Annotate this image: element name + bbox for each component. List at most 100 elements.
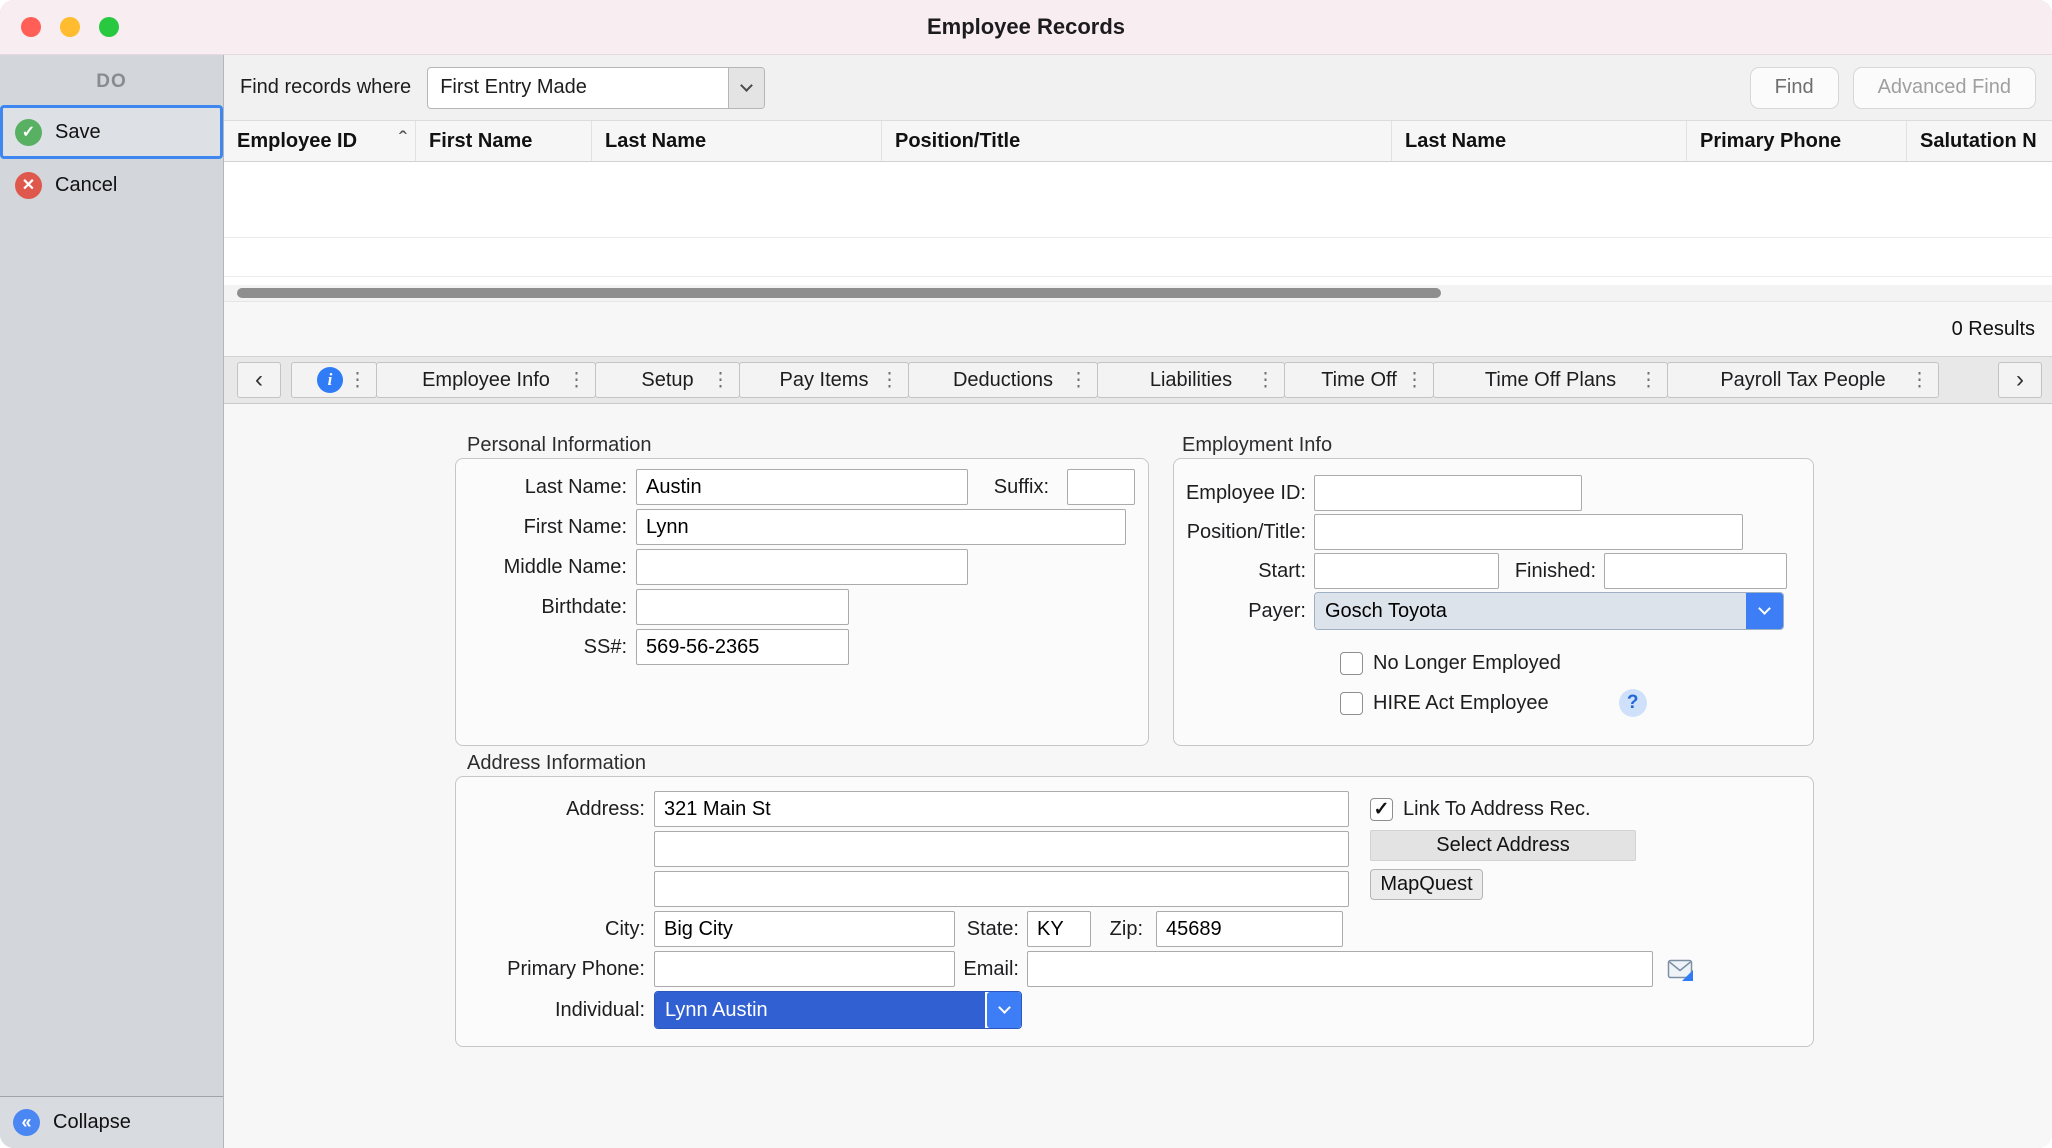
mapquest-button[interactable]: MapQuest (1370, 869, 1483, 900)
find-field-dropdown[interactable]: First Entry Made (427, 67, 765, 109)
address-line2-input[interactable] (654, 831, 1349, 867)
form-row (456, 871, 1813, 907)
column-header-last-name-2[interactable]: Last Name (1391, 121, 1686, 161)
link-to-address-checkbox[interactable]: ✓ Link To Address Rec. (1370, 795, 1591, 823)
table-row-divider (224, 276, 2052, 277)
column-header-primary-phone[interactable]: Primary Phone (1686, 121, 1906, 161)
close-window-button[interactable] (21, 17, 41, 37)
sidebar-header: DO (0, 55, 223, 93)
no-longer-employed-checkbox[interactable]: No Longer Employed (1340, 652, 1813, 675)
dropdown-button[interactable] (1746, 593, 1783, 629)
birthdate-input[interactable] (636, 589, 849, 625)
tabs-scroll-right-button[interactable]: › (1998, 362, 2042, 398)
cancel-button[interactable]: ✕ Cancel (0, 159, 223, 211)
tab-time-off-plans[interactable]: Time Off Plans ⋮ (1433, 362, 1668, 398)
tab-setup[interactable]: Setup ⋮ (595, 362, 740, 398)
tab-handle-icon[interactable]: ⋮ (711, 369, 730, 392)
tab-pay-items[interactable]: Pay Items ⋮ (739, 362, 909, 398)
tab-liabilities[interactable]: Liabilities ⋮ (1097, 362, 1285, 398)
first-name-label: First Name: (456, 516, 636, 539)
tab-handle-icon[interactable]: ⋮ (1256, 369, 1275, 392)
tab-handle-icon[interactable]: ⋮ (880, 369, 899, 392)
save-button[interactable]: ✓ Save (0, 105, 223, 159)
find-toolbar: Find records where First Entry Made Find… (224, 55, 2052, 120)
ss-number-input[interactable] (636, 629, 849, 665)
address-line1-input[interactable] (654, 791, 1349, 827)
address-line3-input[interactable] (654, 871, 1349, 907)
tab-label: Time Off Plans (1485, 369, 1616, 392)
employment-info-group: Employee ID: Position/Title: Start: Fini… (1173, 458, 1814, 746)
email-input[interactable] (1027, 951, 1653, 987)
form-row: Individual: Lynn Austin (456, 991, 1813, 1029)
suffix-label: Suffix: (981, 476, 1057, 499)
tab-label: Payroll Tax People (1720, 369, 1885, 392)
sidebar: DO ✓ Save ✕ Cancel « Collapse (0, 55, 224, 1148)
finished-date-input[interactable] (1604, 553, 1787, 589)
employment-info-caption: Employment Info (1182, 434, 1332, 457)
dropdown-button[interactable] (987, 992, 1021, 1028)
form-row: First Name: (456, 509, 1148, 545)
find-button[interactable]: Find (1750, 67, 1839, 109)
tab-handle-icon[interactable]: ⋮ (567, 369, 586, 392)
individual-dropdown[interactable]: Lynn Austin (654, 991, 1022, 1029)
tab-handle-icon[interactable]: ⋮ (348, 369, 367, 392)
zip-input[interactable] (1156, 911, 1343, 947)
tab-handle-icon[interactable]: ⋮ (1910, 369, 1929, 392)
help-icon[interactable]: ? (1619, 689, 1647, 717)
advanced-find-button[interactable]: Advanced Find (1853, 67, 2036, 109)
zoom-window-button[interactable] (99, 17, 119, 37)
middle-name-label: Middle Name: (456, 556, 636, 579)
hire-act-employee-label: HIRE Act Employee (1373, 692, 1549, 715)
tab-payroll-tax-people[interactable]: Payroll Tax People ⋮ (1667, 362, 1939, 398)
primary-phone-input[interactable] (654, 951, 955, 987)
last-name-input[interactable] (636, 469, 968, 505)
collapse-button[interactable]: « Collapse (0, 1096, 223, 1148)
select-address-button[interactable]: Select Address (1370, 830, 1636, 861)
email-contact-icon[interactable] (1667, 956, 1694, 983)
suffix-input[interactable] (1067, 469, 1135, 505)
state-input[interactable] (1027, 911, 1091, 947)
results-count: 0 Results (1952, 318, 2035, 341)
start-date-input[interactable] (1314, 553, 1499, 589)
form-row: Start: Finished: (1174, 553, 1813, 589)
chevron-right-icon: › (2016, 366, 2024, 394)
titlebar: Employee Records (0, 0, 2052, 55)
column-header-salutation[interactable]: Salutation N (1906, 121, 2052, 161)
hire-act-employee-checkbox[interactable]: HIRE Act Employee ? (1340, 689, 1813, 717)
city-input[interactable] (654, 911, 955, 947)
primary-phone-label: Primary Phone: (456, 958, 654, 981)
tab-info[interactable]: i ⋮ (291, 362, 377, 398)
horizontal-scrollbar-thumb[interactable] (237, 288, 1441, 298)
tab-handle-icon[interactable]: ⋮ (1639, 369, 1658, 392)
individual-label: Individual: (456, 999, 654, 1022)
column-header-employee-id[interactable]: Employee ID ˆ (224, 121, 415, 161)
traffic-lights (0, 17, 119, 37)
employee-id-input[interactable] (1314, 475, 1582, 511)
form-row: Birthdate: (456, 589, 1148, 625)
window-body: DO ✓ Save ✕ Cancel « Collapse Find recor… (0, 55, 2052, 1148)
column-header-first-name[interactable]: First Name (415, 121, 591, 161)
start-date-label: Start: (1174, 560, 1314, 583)
dropdown-button[interactable] (728, 68, 764, 108)
find-field-dropdown-value: First Entry Made (440, 76, 587, 99)
horizontal-scrollbar[interactable] (224, 285, 2052, 301)
tabs-scroll-left-button[interactable]: ‹ (237, 362, 281, 398)
minimize-window-button[interactable] (60, 17, 80, 37)
tab-handle-icon[interactable]: ⋮ (1405, 369, 1424, 392)
column-header-position-title[interactable]: Position/Title (881, 121, 1391, 161)
tab-time-off[interactable]: Time Off ⋮ (1284, 362, 1434, 398)
tab-deductions[interactable]: Deductions ⋮ (908, 362, 1098, 398)
payer-dropdown[interactable]: Gosch Toyota (1314, 592, 1784, 630)
tab-handle-icon[interactable]: ⋮ (1069, 369, 1088, 392)
first-name-input[interactable] (636, 509, 1126, 545)
middle-name-input[interactable] (636, 549, 968, 585)
individual-dropdown-value: Lynn Austin (655, 992, 985, 1028)
position-title-input[interactable] (1314, 514, 1743, 550)
table-row-divider (224, 237, 2052, 238)
column-header-last-name[interactable]: Last Name (591, 121, 881, 161)
main-content: Find records where First Entry Made Find… (224, 55, 2052, 1148)
link-to-address-label: Link To Address Rec. (1403, 798, 1591, 821)
form-row: Primary Phone: Email: (456, 951, 1813, 987)
tab-employee-info[interactable]: Employee Info ⋮ (376, 362, 596, 398)
find-records-where-label: Find records where (240, 76, 411, 99)
